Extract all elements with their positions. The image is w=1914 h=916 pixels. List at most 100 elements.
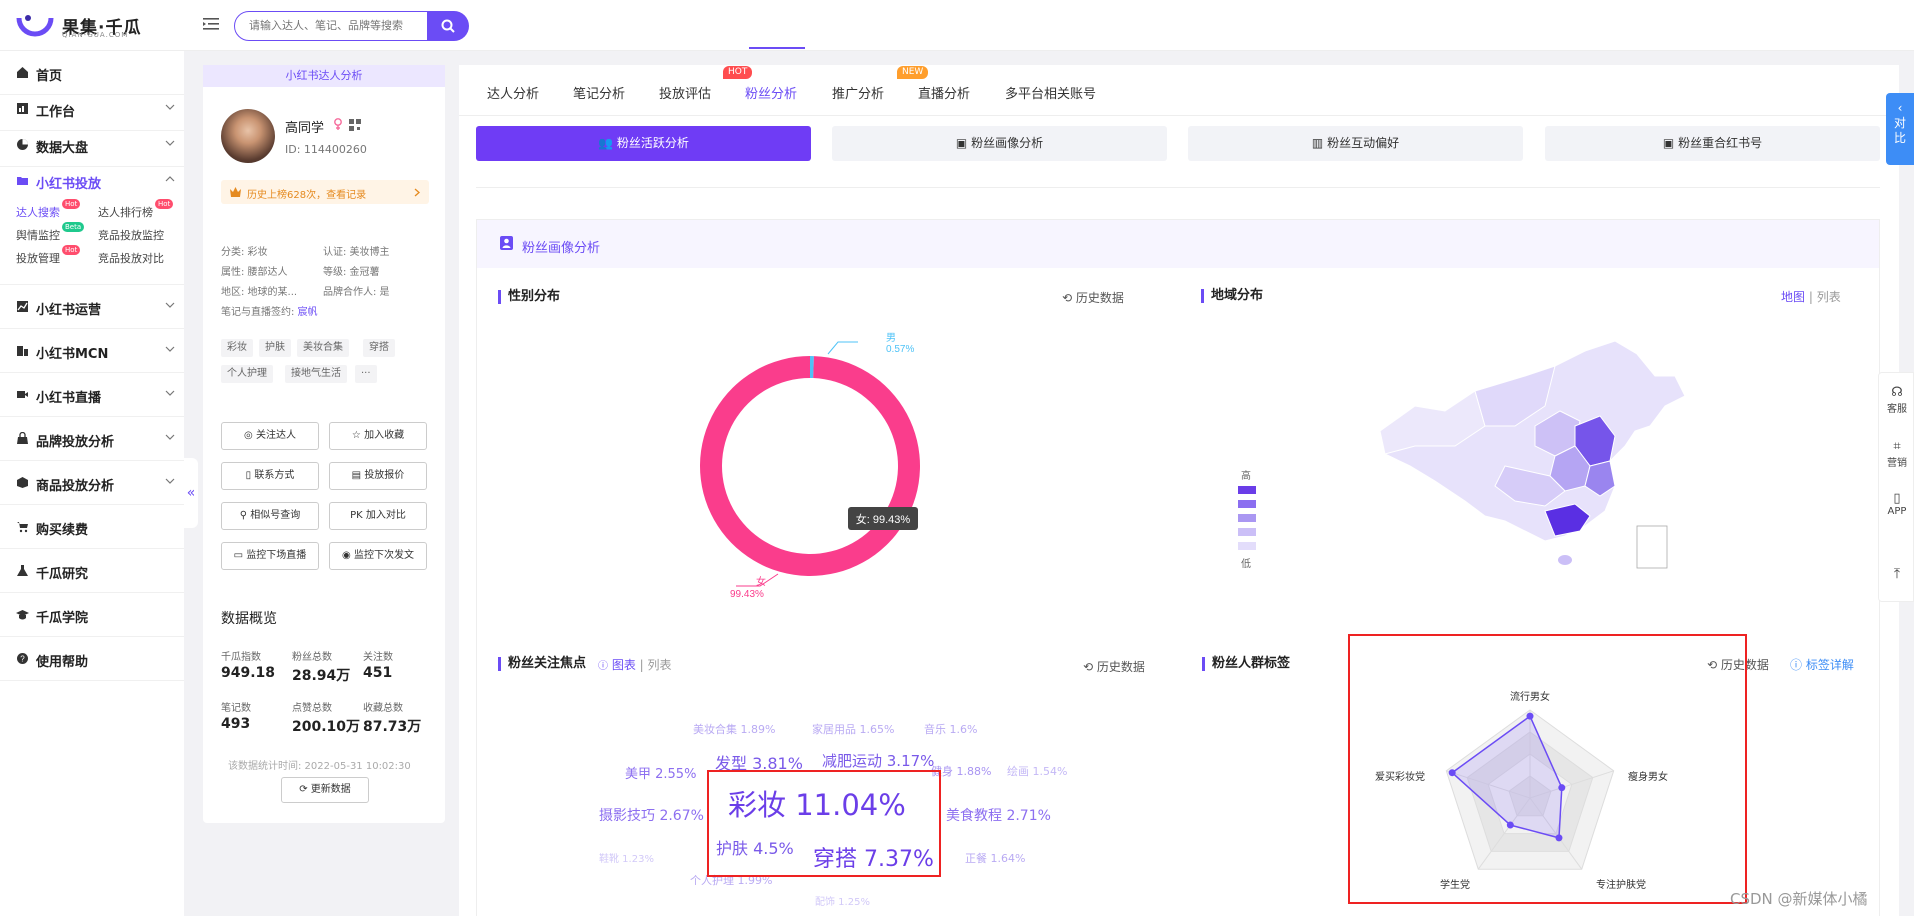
users-icon: 👥 (598, 136, 614, 150)
help-icon: ? (17, 653, 28, 664)
tag-more[interactable]: ··· (355, 365, 377, 383)
graduation-cap-icon (16, 610, 29, 620)
qr-code-icon[interactable] (349, 119, 361, 131)
nav-item-renew[interactable]: 购买续费 (0, 505, 184, 549)
sub-link-ad-manage[interactable]: 投放管理 (16, 250, 60, 266)
compare-float-button[interactable]: ‹ 对比 (1886, 93, 1914, 165)
rank-history-text: 历史上榜628次，查看记录 (247, 190, 367, 201)
collapse-sidebar-button[interactable]: « (184, 458, 198, 528)
video-icon (17, 391, 28, 398)
gender-history-link[interactable]: ⟲ 历史数据 (1062, 289, 1124, 306)
stat-value: 87.73万 (363, 719, 422, 735)
marketing-button[interactable]: ⌗ 营销 (1879, 439, 1914, 469)
bar-chart-icon: ▥ (1311, 136, 1324, 150)
favorite-button[interactable]: ☆ 加入收藏 (329, 422, 427, 450)
word: 美甲 2.55% (625, 767, 697, 782)
service-button[interactable]: ☊ 客服 (1879, 385, 1914, 415)
tab-fan-analysis[interactable]: 粉丝分析 (745, 83, 797, 102)
pk-compare-button[interactable]: PK 加入对比 (329, 502, 427, 530)
female-slice[interactable] (700, 356, 920, 576)
back-to-top-button[interactable]: ⤒ (1879, 566, 1914, 582)
sub-link-talent-search[interactable]: 达人搜索 (16, 204, 60, 220)
subtab-fan-portrait[interactable]: ▣ 粉丝画像分析 (832, 126, 1167, 161)
nav-label: 使用帮助 (36, 655, 89, 670)
legend-swatch (1238, 528, 1256, 536)
home-icon (17, 67, 28, 78)
tag: 接地气生活 (285, 365, 347, 383)
overview-title: 数据概览 (221, 611, 277, 627)
tag-detail-link[interactable]: ⓘ 标签详解 (1790, 656, 1854, 673)
region-view-switch: 地图 | 列表 (1781, 288, 1841, 305)
monitor-post-button[interactable]: ◉ 监控下次发文 (329, 542, 427, 570)
info-sign-label: 笔记与直播签约: (221, 307, 298, 318)
follow-button[interactable]: ◎ 关注达人 (221, 422, 319, 450)
refresh-data-button[interactable]: ⟳ 更新数据 (281, 777, 369, 803)
nav-item-goods-analysis[interactable]: 商品投放分析 (0, 461, 184, 505)
word: 美食教程 2.71% (946, 808, 1051, 824)
word: 绘画 1.54% (1007, 765, 1068, 778)
tag: 护肤 (259, 339, 291, 357)
info-sign-value[interactable]: 宸帆 (298, 307, 318, 318)
list-view-link[interactable]: 列表 (1817, 290, 1841, 304)
tab-multi-platform[interactable]: 多平台相关账号 (1005, 83, 1096, 102)
nav-item-research[interactable]: 千瓜研究 (0, 549, 184, 593)
stat-value: 451 (363, 665, 393, 681)
search-input[interactable] (234, 11, 428, 41)
quote-button[interactable]: ▤ 投放报价 (329, 462, 427, 490)
legend-swatch (1238, 542, 1256, 550)
focus-view-switch: ⓘ 图表 | 列表 (598, 656, 672, 673)
gender-title: 性别分布 (498, 290, 560, 304)
rank-history-bar[interactable]: 历史上榜628次，查看记录 (221, 180, 429, 204)
subtab-fan-activity[interactable]: 👥 粉丝活跃分析 (476, 126, 811, 161)
sub-link-sentiment[interactable]: 舆情监控 (16, 227, 60, 243)
legend-low: 低 (1241, 559, 1251, 570)
sub-link-competitor-compare[interactable]: 竞品投放对比 (98, 250, 164, 266)
nav-label: 千瓜研究 (36, 567, 89, 582)
focus-history-link[interactable]: ⟲ 历史数据 (1083, 658, 1145, 675)
tab-promotion-analysis[interactable]: 推广分析 (832, 83, 884, 102)
stat-label: 千瓜指数 (221, 652, 261, 663)
china-map (1379, 340, 1686, 569)
chevron-right-icon (414, 188, 420, 197)
phone-icon: ▯ (1893, 491, 1901, 506)
app-button[interactable]: ▯ APP (1879, 491, 1914, 517)
contact-button[interactable]: ▯ 联系方式 (221, 462, 319, 490)
new-badge: NEW (897, 66, 929, 79)
subtab-fan-overlap[interactable]: ▣ 粉丝重合红书号 (1545, 126, 1880, 161)
nav-item-academy[interactable]: 千瓜学院 (0, 593, 184, 637)
nav-label: 小红书投放 (36, 177, 102, 192)
tab-talent-analysis[interactable]: 达人分析 (487, 83, 539, 102)
similar-search-button[interactable]: ⚲ 相似号查询 (221, 502, 319, 530)
nav-item-xhs-ops[interactable]: 小红书运营 (0, 285, 184, 329)
male-label: 男 (886, 332, 896, 344)
nav-item-brand-analysis[interactable]: 品牌投放分析 (0, 417, 184, 461)
separator: | (639, 658, 648, 672)
sub-link-talent-rank[interactable]: 达人排行榜 (98, 204, 153, 220)
bag-icon (17, 432, 28, 444)
list-view-link[interactable]: 列表 (648, 658, 672, 672)
pk-label: PK 加入对比 (350, 510, 406, 521)
follow-label: 关注达人 (255, 430, 296, 441)
subtab-fan-interaction[interactable]: ▥ 粉丝互动偏好 (1188, 126, 1523, 161)
chevron-up-icon (165, 176, 175, 182)
map-view-link[interactable]: 地图 (1781, 290, 1805, 304)
word: 鞋靴 1.23% (599, 854, 654, 865)
section-header (477, 220, 1879, 268)
side-tool-panel: ☊ 客服 ⌗ 营销 ▯ APP ⤒ (1878, 372, 1914, 602)
tab-note-analysis[interactable]: 笔记分析 (573, 83, 625, 102)
nav-item-xhs-mcn[interactable]: 小红书MCN (0, 329, 184, 373)
sub-link-competitor-monitor[interactable]: 竞品投放监控 (98, 227, 164, 243)
nav-item-xhs-ads[interactable]: 小红书投放 达人搜索 Hot 达人排行榜 Hot 舆情监控 Beta 竞品投放监… (0, 159, 184, 285)
info-level: 等级: 金冠薯 (323, 267, 380, 278)
nav-item-xhs-live[interactable]: 小红书直播 (0, 373, 184, 417)
chart-view-link[interactable]: 图表 (612, 658, 636, 672)
nav-item-help[interactable]: ? 使用帮助 (0, 637, 184, 681)
monitor-live-button[interactable]: ▭ 监控下场直播 (221, 542, 319, 570)
search-button[interactable] (427, 11, 469, 41)
contact-label: 联系方式 (254, 470, 295, 481)
tab-ad-evaluation[interactable]: 投放评估 (659, 83, 711, 102)
tab-live-analysis[interactable]: 直播分析 (918, 83, 970, 102)
history-label: 历史数据 (1075, 291, 1124, 305)
chevron-down-icon (165, 104, 175, 110)
menu-toggle-icon[interactable] (202, 15, 220, 33)
